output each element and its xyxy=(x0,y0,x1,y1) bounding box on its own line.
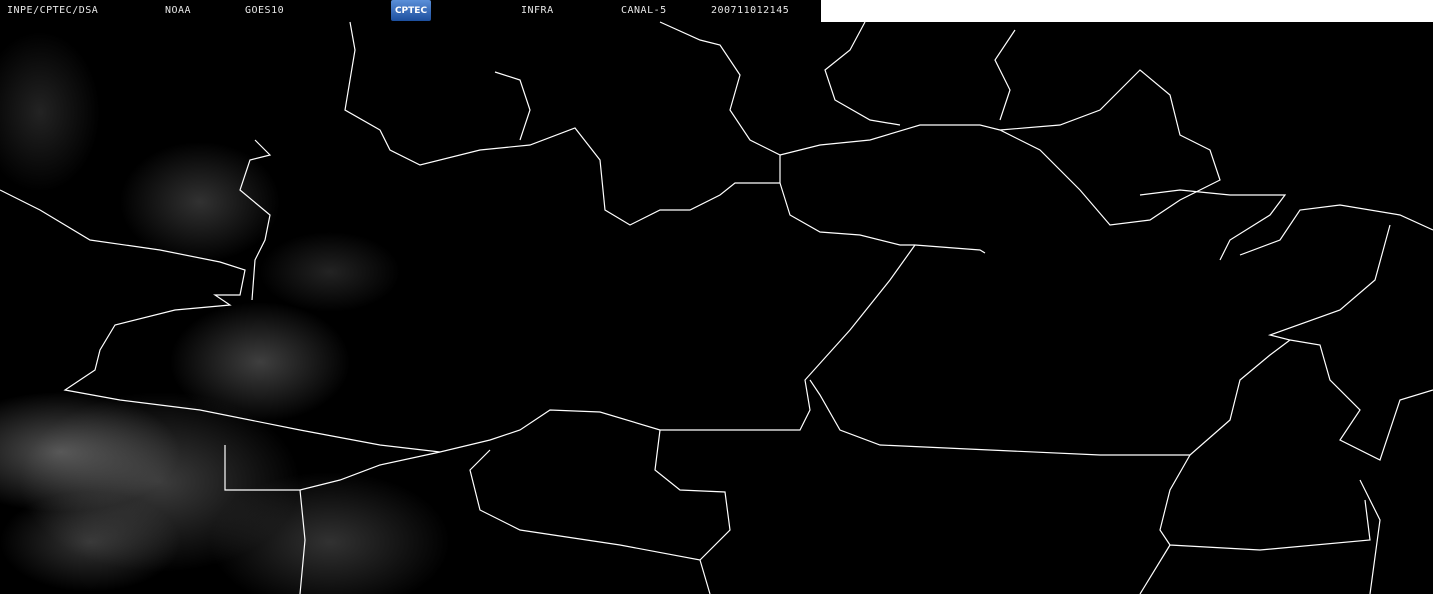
border xyxy=(994,29,1016,121)
border xyxy=(239,139,272,301)
channel-label: CANAL-5 xyxy=(621,5,667,16)
datetime-label: 200711012145 xyxy=(711,5,790,16)
border xyxy=(344,21,781,226)
border xyxy=(779,69,1221,226)
border xyxy=(809,224,1391,456)
cptec-logo: CPTEC xyxy=(391,0,431,21)
border xyxy=(0,189,916,453)
logo-text: CPTEC xyxy=(394,5,428,16)
border xyxy=(1239,204,1433,256)
border xyxy=(1139,544,1171,594)
satellite-image: INPE/CPTEC/DSA NOAA GOES10 CPTEC INFRA C… xyxy=(0,0,1433,594)
border xyxy=(779,182,986,254)
border xyxy=(224,445,441,491)
border xyxy=(1289,339,1433,461)
source-label: INPE/CPTEC/DSA xyxy=(7,5,99,16)
border xyxy=(494,71,531,141)
border xyxy=(824,21,901,126)
agency-label: NOAA xyxy=(165,5,192,16)
border xyxy=(1159,454,1371,551)
satellite-label: GOES10 xyxy=(245,5,285,16)
border-lines xyxy=(0,21,1433,594)
border xyxy=(469,429,731,561)
header-blank-area xyxy=(821,0,1433,22)
band-label: INFRA xyxy=(521,5,554,16)
border xyxy=(1139,189,1287,261)
border xyxy=(699,559,711,594)
border xyxy=(299,489,306,594)
